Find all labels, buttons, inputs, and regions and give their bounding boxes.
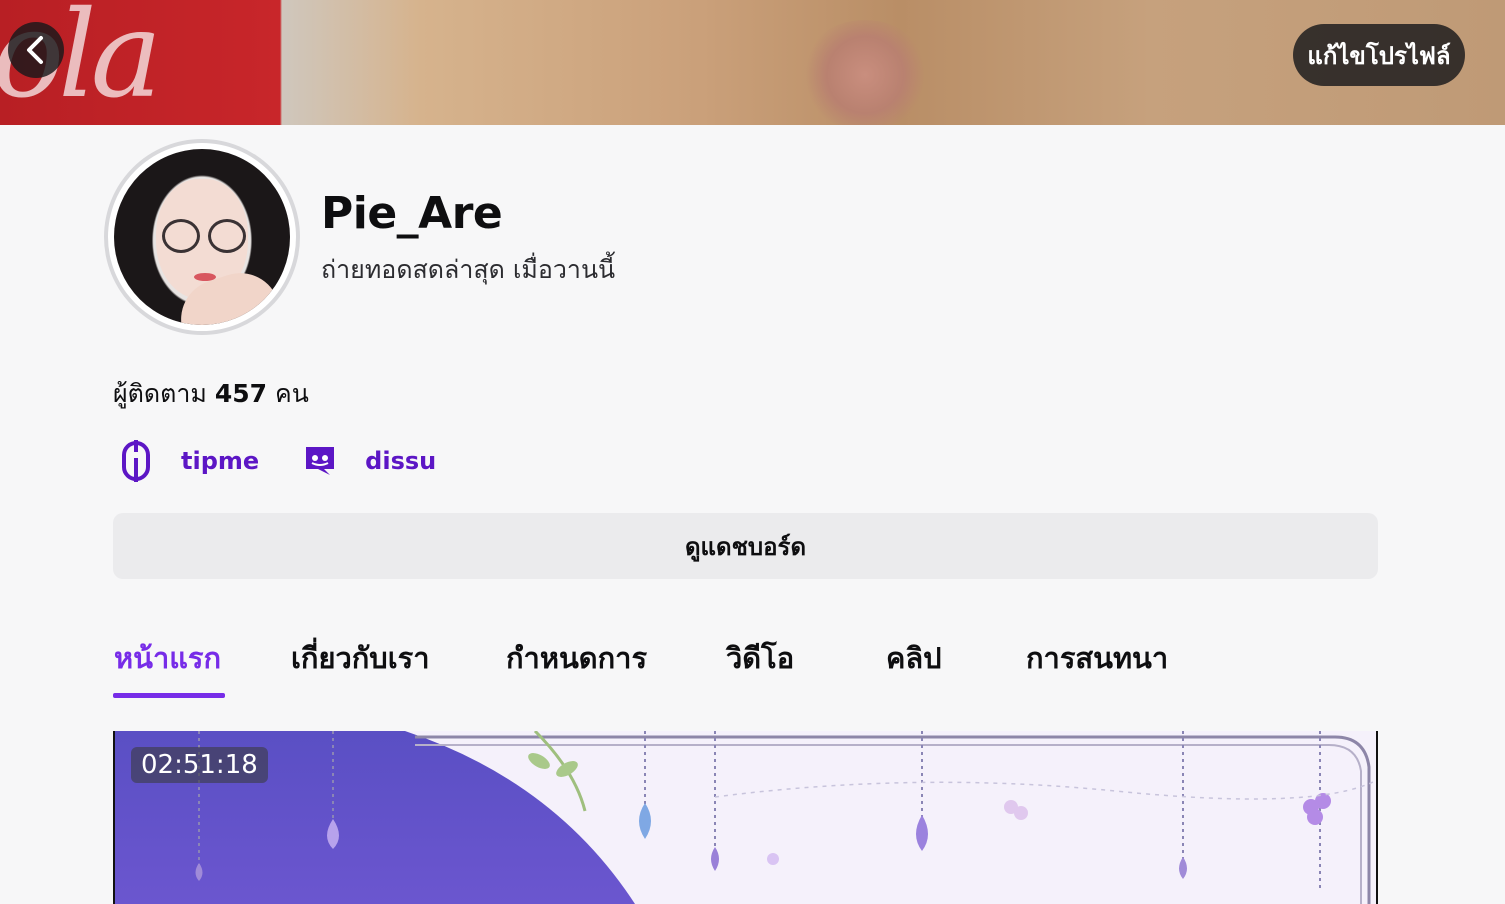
social-link-discord[interactable]: dissu [297,438,436,484]
follower-count: ผู้ติดตาม 457 คน [113,374,309,414]
tab-clips[interactable]: คลิป [886,635,942,681]
profile-banner: ola [0,0,1505,125]
followers-prefix: ผู้ติดตาม [113,379,207,408]
edit-profile-button[interactable]: แก้ไขโปรไฟล์ [1293,24,1465,86]
followers-number: 457 [214,379,268,408]
tab-about[interactable]: เกี่ยวกับเรา [291,635,430,681]
active-tab-indicator [113,693,225,698]
chevron-left-icon [27,36,43,64]
tab-schedule[interactable]: กำหนดการ [506,635,647,681]
tab-videos[interactable]: วิดีโอ [726,635,794,681]
video-thumbnail[interactable]: 02:51:18 [113,731,1378,904]
avatar [104,139,300,335]
social-link-label: tipme [181,447,260,475]
channel-tabs: หน้าแรก เกี่ยวกับเรา กำหนดการ วิดีโอ คลิ… [80,605,1410,705]
thumbnail-artwork [115,731,1376,904]
channel-username: Pie_Are [321,188,503,239]
last-live-status: ถ่ายทอดสดล่าสุด เมื่อวานนี้ [321,255,616,284]
tab-chat[interactable]: การสนทนา [1026,635,1168,681]
social-link-label: dissu [365,447,437,475]
avatar-photo [114,149,290,325]
discord-icon [297,438,343,484]
video-duration-badge: 02:51:18 [131,747,268,783]
back-button[interactable] [8,22,64,78]
social-link-tipme[interactable]: tipme [113,438,259,484]
tipme-icon [113,438,159,484]
tab-home[interactable]: หน้าแรก [114,635,221,681]
social-links: tipme dissu [113,438,474,484]
banner-cat-graphic [800,20,930,125]
followers-suffix: คน [274,379,309,408]
view-dashboard-button[interactable]: ดูแดชบอร์ด [113,513,1378,579]
